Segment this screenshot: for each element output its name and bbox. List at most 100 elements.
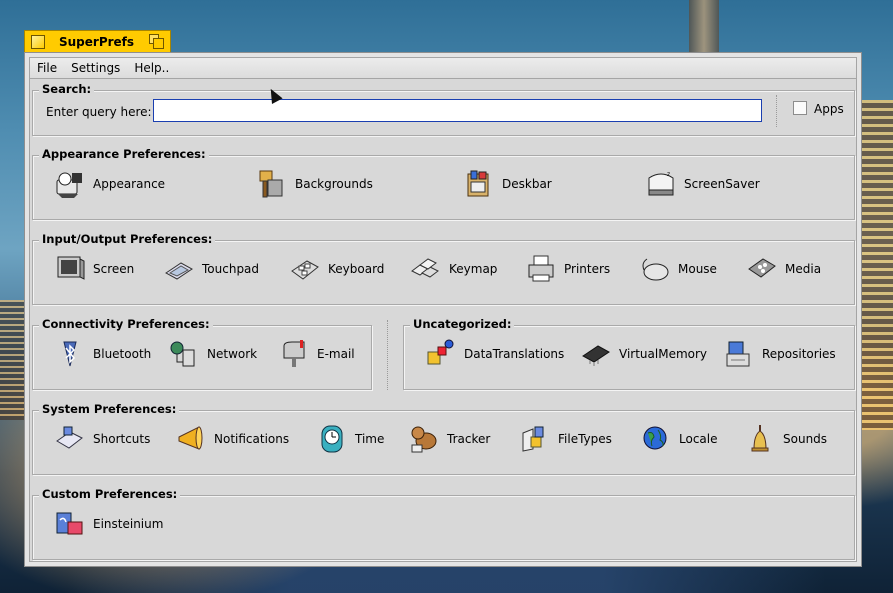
apps-checkbox[interactable] [793,101,807,115]
memory-chip-icon [580,338,612,370]
network-icon [168,338,200,370]
uncategorized-section-title: Uncategorized: [410,317,515,331]
pref-bluetooth-label: Bluetooth [93,347,152,361]
pref-printers-label: Printers [564,262,611,276]
connectivity-section: Connectivity Preferences: Bluetooth Netw… [32,317,372,390]
pref-virtualmemory-label: VirtualMemory [619,347,708,361]
pref-deskbar-label: Deskbar [502,177,552,191]
pref-locale[interactable]: Locale [640,423,717,455]
connectivity-section-title: Connectivity Preferences: [39,317,213,331]
pref-bluetooth[interactable]: Bluetooth [54,338,151,370]
megaphone-icon [175,423,207,455]
pref-shortcuts-label: Shortcuts [93,432,151,446]
superprefs-window: File Settings Help.. Search: Enter query… [24,52,862,567]
pref-screensaver[interactable]: z ScreenSaver [645,168,760,200]
appearance-section-title: Appearance Preferences: [39,147,209,161]
pref-touchpad-label: Touchpad [202,262,260,276]
pref-screensaver-label: ScreenSaver [684,177,760,191]
search-divider [776,95,777,127]
apps-checkbox-label[interactable]: Apps [814,102,844,116]
filetypes-icon [519,423,551,455]
mouse-icon [639,253,671,285]
pref-tracker[interactable]: Tracker [408,423,490,455]
pref-repositories[interactable]: Repositories [723,338,836,370]
pref-screen[interactable]: Screen [54,253,134,285]
keyboard-icon [289,253,321,285]
keymap-icon [410,253,442,285]
pref-printers[interactable]: Printers [525,253,610,285]
pref-einsteinium-label: Einsteinium [93,517,164,531]
io-section: Input/Output Preferences: Screen Touchpa… [32,232,855,305]
deskbar-icon [463,168,495,200]
tracker-dog-icon [408,423,440,455]
appearance-section: Appearance Preferences: Appearance Backg… [32,147,855,220]
media-icon [746,253,778,285]
window-tab[interactable]: SuperPrefs [24,30,171,52]
pref-email-label: E-mail [317,347,355,361]
bluetooth-icon [54,338,86,370]
appearance-icon [54,168,86,200]
pref-appearance-label: Appearance [93,177,166,191]
menu-file[interactable]: File [30,61,64,75]
backgrounds-icon [256,168,288,200]
wallpaper-building-left [0,300,25,420]
pref-network[interactable]: Network [168,338,257,370]
screensaver-icon: z [645,168,677,200]
pref-sounds[interactable]: Sounds [744,423,827,455]
mailbox-icon [278,338,310,370]
globe-icon [640,423,672,455]
section-divider [387,320,388,390]
pref-email[interactable]: E-mail [278,338,355,370]
pref-time-label: Time [355,432,385,446]
pref-deskbar[interactable]: Deskbar [463,168,552,200]
search-input[interactable] [153,99,762,122]
pref-notifications[interactable]: Notifications [175,423,289,455]
zoom-button[interactable] [149,34,164,49]
system-section-title: System Preferences: [39,402,180,416]
screen-icon [54,253,86,285]
bell-icon [744,423,776,455]
einsteinium-icon [54,508,86,540]
pref-einsteinium[interactable]: Einsteinium [54,508,163,540]
pref-media-label: Media [785,262,822,276]
pref-datatranslations[interactable]: DataTranslations [425,338,564,370]
pref-mouse-label: Mouse [678,262,717,276]
shortcuts-icon [54,423,86,455]
menu-settings[interactable]: Settings [64,61,127,75]
pref-keymap-label: Keymap [449,262,498,276]
pref-tracker-label: Tracker [447,432,491,446]
pref-keyboard[interactable]: Keyboard [289,253,384,285]
pref-keyboard-label: Keyboard [328,262,385,276]
search-section-title: Search: [39,82,95,96]
pref-time[interactable]: Time [316,423,384,455]
pref-datatranslations-label: DataTranslations [464,347,565,361]
repositories-icon [723,338,755,370]
pref-keymap[interactable]: Keymap [410,253,497,285]
printer-icon [525,253,557,285]
pref-sounds-label: Sounds [783,432,828,446]
pref-filetypes[interactable]: FileTypes [519,423,612,455]
pref-repositories-label: Repositories [762,347,836,361]
touchpad-icon [163,253,195,285]
custom-section: Custom Preferences: Einsteinium [32,487,855,560]
pref-screen-label: Screen [93,262,135,276]
pref-backgrounds-label: Backgrounds [295,177,373,191]
io-section-title: Input/Output Preferences: [39,232,216,246]
menu-help[interactable]: Help.. [127,61,176,75]
close-button[interactable] [31,34,45,49]
pref-backgrounds[interactable]: Backgrounds [256,168,373,200]
search-label: Enter query here: [46,105,152,119]
pref-appearance[interactable]: Appearance [54,168,165,200]
pref-media[interactable]: Media [746,253,821,285]
menubar: File Settings Help.. [30,58,856,79]
search-box: Search: Enter query here: Apps [32,82,855,136]
pref-touchpad[interactable]: Touchpad [163,253,259,285]
pref-filetypes-label: FileTypes [558,432,612,446]
pref-notifications-label: Notifications [214,432,290,446]
pref-virtualmemory[interactable]: VirtualMemory [580,338,707,370]
pref-mouse[interactable]: Mouse [639,253,717,285]
wallpaper-building [862,100,893,430]
pref-shortcuts[interactable]: Shortcuts [54,423,150,455]
datatranslations-icon [425,338,457,370]
window-title: SuperPrefs [59,34,135,49]
